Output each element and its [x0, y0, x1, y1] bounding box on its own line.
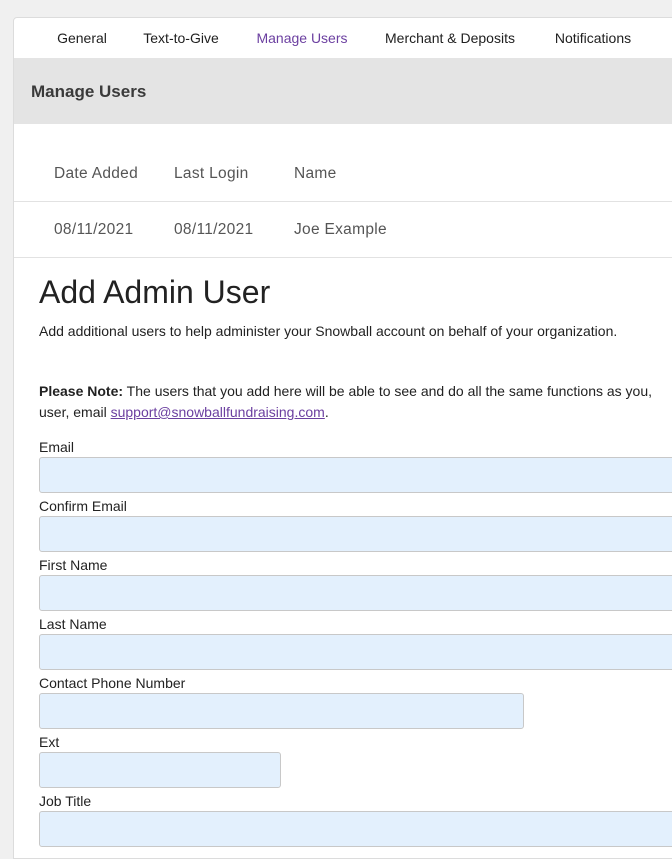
- tab-merchant-deposits[interactable]: Merchant & Deposits: [378, 18, 522, 58]
- job-title-label: Job Title: [39, 793, 92, 809]
- note-end: .: [324, 404, 329, 420]
- note-label: Please Note:: [39, 383, 124, 399]
- tab-general[interactable]: General: [44, 18, 120, 58]
- table-header-row: Date Added Last Login Name: [14, 146, 672, 202]
- phone-label: Contact Phone Number: [39, 675, 186, 691]
- cell-last-login: 08/11/2021: [174, 221, 254, 238]
- phone-field[interactable]: [39, 693, 524, 729]
- tab-manage-users[interactable]: Manage Users: [239, 18, 365, 59]
- confirm-email-field[interactable]: [39, 516, 672, 552]
- first-name-field[interactable]: [39, 575, 672, 611]
- ext-field[interactable]: [39, 752, 281, 788]
- tab-notifications[interactable]: Notifications: [546, 18, 640, 58]
- note-text: The users that you add here will be able…: [123, 383, 653, 399]
- ext-label: Ext: [39, 734, 60, 750]
- email-label: Email: [39, 439, 75, 455]
- column-header-name: Name: [294, 165, 337, 182]
- support-email-link[interactable]: support@snowballfundraising.com: [111, 404, 325, 420]
- table-row[interactable]: 08/11/2021 08/11/2021 Joe Example: [14, 202, 672, 258]
- please-note: Please Note: The users that you add here…: [39, 381, 672, 423]
- first-name-label: First Name: [39, 557, 108, 573]
- last-name-label: Last Name: [39, 616, 107, 632]
- tab-text-to-give[interactable]: Text-to-Give: [134, 18, 228, 58]
- add-user-description: Add additional users to help administer …: [39, 323, 618, 339]
- users-table: Date Added Last Login Name 08/11/2021 08…: [14, 146, 672, 258]
- email-field[interactable]: [39, 457, 672, 493]
- last-name-field[interactable]: [39, 634, 672, 670]
- column-header-last-login: Last Login: [174, 165, 249, 182]
- cell-date-added: 08/11/2021: [54, 221, 134, 238]
- add-user-title: Add Admin User: [39, 274, 271, 310]
- note-text-2: user, email: [39, 404, 111, 420]
- confirm-email-label: Confirm Email: [39, 498, 127, 514]
- section-title: Manage Users: [31, 82, 147, 101]
- column-header-date-added: Date Added: [54, 165, 139, 182]
- settings-panel: General Text-to-Give Manage Users Mercha…: [13, 17, 672, 859]
- tab-bar: General Text-to-Give Manage Users Mercha…: [14, 18, 672, 59]
- cell-name: Joe Example: [294, 221, 387, 238]
- section-header: Manage Users: [14, 58, 672, 124]
